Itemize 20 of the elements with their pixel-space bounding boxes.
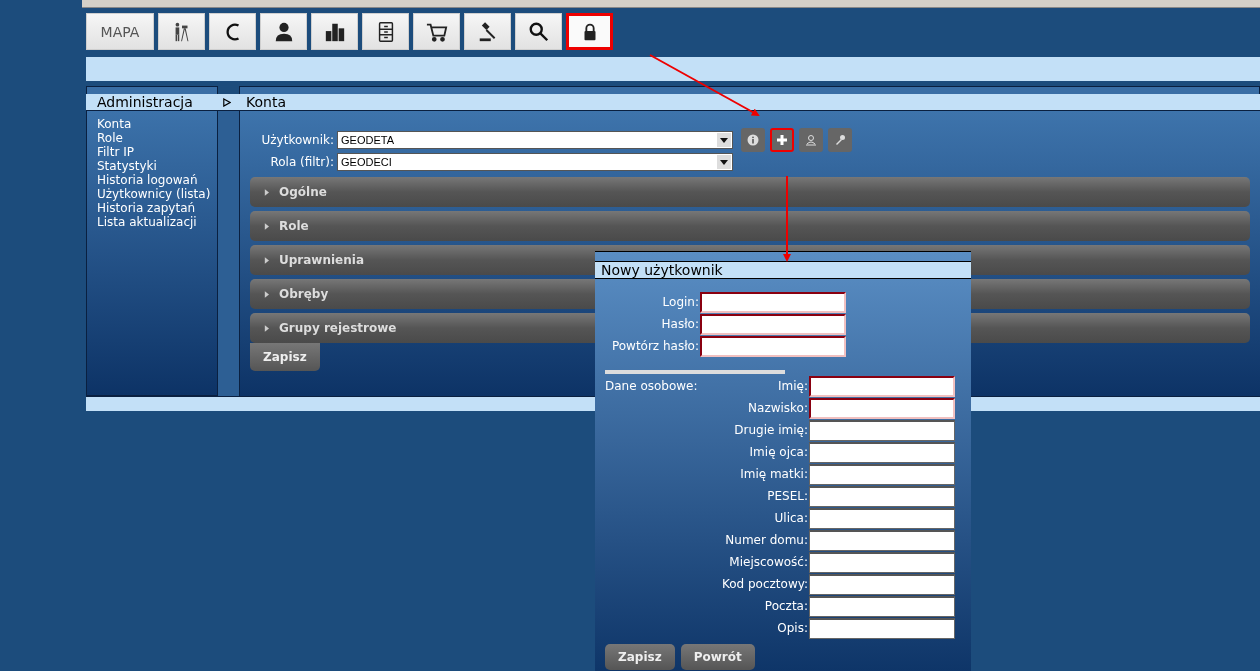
page-title: Konta <box>245 94 286 110</box>
field-label: Hasło: <box>660 317 700 331</box>
field-label: Kod pocztowy: <box>720 577 809 591</box>
section-label: Dane osobowe: <box>604 378 699 395</box>
field-label: Użytkownik: <box>260 133 335 147</box>
field-label: Drugie imię: <box>733 423 809 437</box>
field-label: Opis: <box>776 621 809 635</box>
field-label: Login: <box>661 295 700 309</box>
dialog-title: Nowy użytkownik <box>595 261 971 279</box>
field-label: Miejscowość: <box>728 555 809 569</box>
field-label: Imię: <box>777 379 809 393</box>
field-label: PESEL: <box>766 489 809 503</box>
field-label: Numer domu: <box>724 533 809 547</box>
field-label: Nazwisko: <box>747 401 809 415</box>
field-label: Poczta: <box>763 599 809 613</box>
field-label: Imię ojca: <box>748 445 809 459</box>
field-label: Ulica: <box>773 511 809 525</box>
field-label: Imię matki: <box>739 467 809 481</box>
field-label: Rola (filtr): <box>269 155 335 169</box>
sidebar-title: Administracja <box>96 94 193 110</box>
